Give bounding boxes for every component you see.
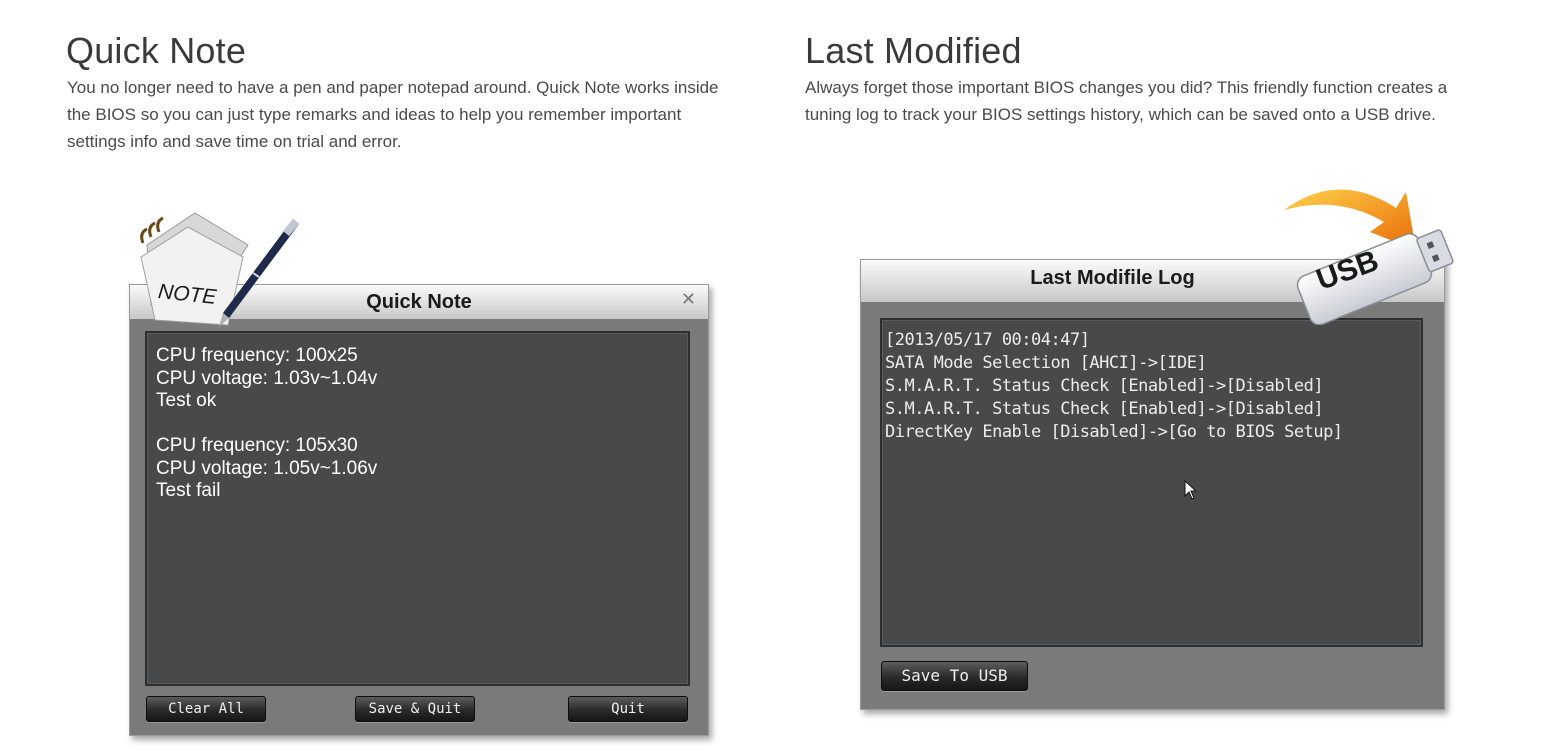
description-line: Always forget those important BIOS chang… <box>805 78 1448 97</box>
usb-drive-icon: USB <box>1278 180 1458 326</box>
note-line: Test fail <box>156 480 221 501</box>
quit-button[interactable]: Quit <box>568 696 688 722</box>
note-line: CPU voltage: 1.05v~1.06v <box>156 457 378 479</box>
log-line: [2013/05/17 00:04:47] <box>885 330 1090 350</box>
quick-note-text-area[interactable]: CPU frequency: 100x25 CPU voltage: 1.03v… <box>145 331 690 686</box>
last-modified-log-window: Last Modifile Log [2013/05/17 00:04:47] … <box>860 259 1445 710</box>
log-line: S.M.A.R.T. Status Check [Enabled]->[Disa… <box>885 376 1324 396</box>
log-content: [2013/05/17 00:04:47] SATA Mode Selectio… <box>885 329 1343 444</box>
log-line: DirectKey Enable [Disabled]->[Go to BIOS… <box>885 422 1343 442</box>
close-icon[interactable]: ✕ <box>681 289 696 310</box>
save-and-quit-button[interactable]: Save & Quit <box>355 696 475 722</box>
mouse-cursor-icon <box>1184 479 1198 505</box>
last-modified-heading: Last Modified <box>805 30 1022 71</box>
quick-note-window-title: Quick Note <box>366 291 472 313</box>
note-line <box>156 413 377 436</box>
clear-all-button[interactable]: Clear All <box>146 696 266 722</box>
quick-note-heading: Quick Note <box>66 30 247 71</box>
description-line: tuning log to track your BIOS settings h… <box>805 105 1436 124</box>
log-text-area: [2013/05/17 00:04:47] SATA Mode Selectio… <box>880 318 1423 647</box>
last-modified-description: Always forget those important BIOS chang… <box>805 74 1525 128</box>
log-line: SATA Mode Selection [AHCI]->[IDE] <box>885 353 1207 373</box>
log-line: S.M.A.R.T. Status Check [Enabled]->[Disa… <box>885 399 1324 419</box>
notepad-pen-icon: NOTE <box>133 205 303 330</box>
note-line: Test ok <box>156 390 217 411</box>
log-window-title: Last Modifile Log <box>1030 267 1195 289</box>
description-line: settings info and save time on trial and… <box>67 132 402 151</box>
save-to-usb-button[interactable]: Save To USB <box>881 661 1028 691</box>
description-line: the BIOS so you can just type remarks an… <box>67 105 682 124</box>
note-line: CPU frequency: 105x30 <box>156 435 358 456</box>
note-line: CPU frequency: 100x25 <box>156 345 358 366</box>
note-content: CPU frequency: 100x25 CPU voltage: 1.03v… <box>156 345 377 503</box>
quick-note-description: You no longer need to have a pen and pap… <box>67 74 777 155</box>
quick-note-window: Quick Note ✕ CPU frequency: 100x25 CPU v… <box>129 284 709 736</box>
description-line: You no longer need to have a pen and pap… <box>67 78 719 97</box>
note-line: CPU voltage: 1.03v~1.04v <box>156 367 378 389</box>
